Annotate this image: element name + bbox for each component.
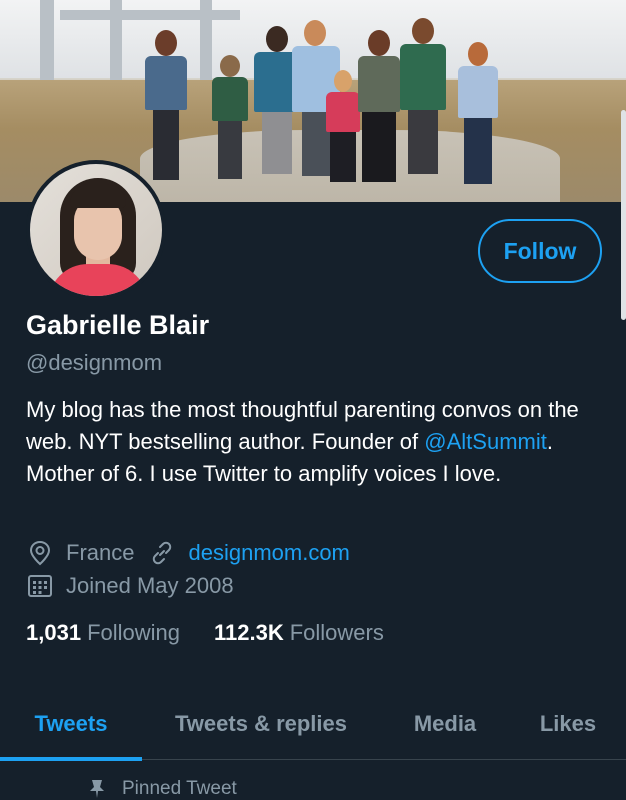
location-text: France <box>66 540 135 565</box>
location-pin-icon <box>26 539 54 567</box>
avatar-bangs <box>70 184 126 208</box>
tab-media[interactable]: Media <box>380 688 510 760</box>
tab-likes[interactable]: Likes <box>510 688 626 760</box>
banner-crane-arm <box>60 10 240 20</box>
tab-label: Media <box>413 711 477 736</box>
following-label[interactable]: Following <box>87 620 180 646</box>
profile-meta-row: France designmom.com <box>26 539 350 567</box>
joined-date: Joined May 2008 <box>66 573 234 598</box>
followers-count[interactable]: 112.3K <box>214 620 284 646</box>
pinned-tweet-label: Pinned Tweet <box>122 778 237 799</box>
calendar-icon <box>26 572 54 600</box>
active-tab-indicator <box>0 757 142 761</box>
bio-mention-link[interactable]: @AltSummit <box>424 429 547 454</box>
link-icon <box>148 539 176 567</box>
display-name: Gabrielle Blair <box>26 310 210 340</box>
pin-icon <box>88 779 108 799</box>
tab-label: Likes <box>539 711 597 736</box>
website-link[interactable]: designmom.com <box>188 540 349 566</box>
tab-tweets-replies[interactable]: Tweets & replies <box>142 688 380 760</box>
banner-crane <box>110 0 122 80</box>
pinned-tweet-header: Pinned Tweet <box>88 778 237 800</box>
tab-label: Tweets & replies <box>175 711 347 736</box>
profile-bio: My blog has the most thoughtful parentin… <box>26 394 606 490</box>
banner-crane <box>200 0 212 80</box>
scrollbar[interactable] <box>621 110 626 320</box>
banner-crane <box>40 0 54 80</box>
profile-meta-row: Joined May 2008 <box>26 572 234 600</box>
tab-label: Tweets <box>34 711 108 736</box>
followers-label[interactable]: Followers <box>290 620 384 646</box>
profile-avatar[interactable] <box>26 160 166 300</box>
following-count[interactable]: 1,031 <box>26 620 81 646</box>
profile-tabs: Tweets Tweets & replies Media Likes <box>0 688 626 761</box>
follow-stats: 1,031 Following 112.3K Followers <box>26 620 418 646</box>
tab-tweets[interactable]: Tweets <box>0 688 142 761</box>
user-handle: @designmom <box>26 350 163 375</box>
follow-button[interactable]: Follow <box>478 219 602 283</box>
